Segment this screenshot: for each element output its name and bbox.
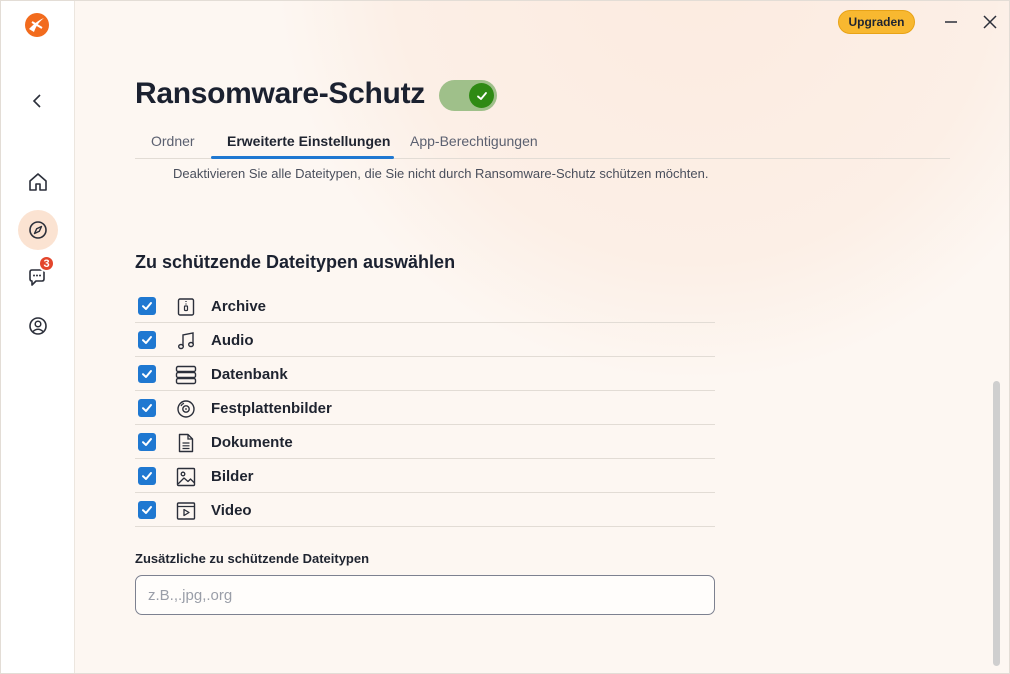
- music-note-icon: [175, 330, 197, 352]
- protection-toggle[interactable]: [439, 80, 497, 111]
- avast-logo-icon: [24, 12, 50, 38]
- checkbox-video[interactable]: [138, 501, 156, 519]
- sidebar-item-home[interactable]: [18, 162, 58, 202]
- sidebar: 3: [1, 1, 75, 673]
- description-text: Deaktivieren Sie alle Dateitypen, die Si…: [173, 166, 709, 181]
- filetype-row-archive: Archive: [135, 289, 715, 323]
- close-button[interactable]: [979, 11, 1001, 33]
- additional-filetypes-input[interactable]: [135, 575, 715, 615]
- filetype-row-datenbank: Datenbank: [135, 357, 715, 391]
- filetype-row-dokumente: Dokumente: [135, 425, 715, 459]
- image-icon: [175, 466, 197, 488]
- filetype-label: Archive: [211, 298, 267, 315]
- page-title: Ransomware-Schutz: [135, 77, 425, 110]
- close-icon: [983, 15, 997, 29]
- main-content: Upgraden Ransomware-Schutz Ordner Erweit…: [75, 1, 1009, 673]
- section-title: Zu schützende Dateitypen auswählen: [135, 252, 456, 272]
- user-circle-icon: [29, 317, 47, 335]
- document-icon: [175, 432, 197, 454]
- database-icon: [175, 364, 197, 386]
- home-icon: [29, 173, 47, 191]
- minimize-button[interactable]: [940, 11, 962, 33]
- compass-icon: [29, 221, 47, 239]
- filetype-label: Dokumente: [211, 434, 293, 451]
- sidebar-item-explore[interactable]: [18, 210, 58, 250]
- checkbox-bilder[interactable]: [138, 467, 156, 485]
- filetype-row-festplattenbilder: Festplattenbilder: [135, 391, 715, 425]
- filetype-label: Festplattenbilder: [211, 400, 332, 417]
- toggle-knob: [469, 83, 494, 108]
- checkmark-icon: [142, 506, 152, 514]
- additional-filetypes-label: Zusätzliche zu schützende Dateitypen: [135, 551, 370, 566]
- filetype-list: Archive Audio Datenbank Festplattenbilde…: [135, 289, 715, 527]
- checkbox-festplattenbilder[interactable]: [138, 399, 156, 417]
- filetype-row-video: Video: [135, 493, 715, 527]
- checkbox-archive[interactable]: [138, 297, 156, 315]
- app-window: 3 Upgraden Ransomware-Schutz Ordner Erwe…: [0, 0, 1010, 674]
- tab-ordner[interactable]: Ordner: [151, 133, 195, 149]
- filetype-label: Video: [211, 502, 252, 519]
- upgrade-button[interactable]: Upgraden: [838, 10, 915, 34]
- sidebar-item-messages[interactable]: 3: [18, 255, 58, 298]
- filetype-row-audio: Audio: [135, 323, 715, 357]
- checkbox-datenbank[interactable]: [138, 365, 156, 383]
- checkbox-dokumente[interactable]: [138, 433, 156, 451]
- filetype-row-bilder: Bilder: [135, 459, 715, 493]
- checkmark-icon: [142, 404, 152, 412]
- checkmark-icon: [142, 336, 152, 344]
- archive-icon: [175, 296, 197, 318]
- chevron-left-icon: [32, 94, 41, 108]
- disc-icon: [175, 398, 197, 420]
- back-button[interactable]: [18, 81, 58, 121]
- checkmark-icon: [142, 370, 152, 378]
- scrollbar-thumb[interactable]: [993, 381, 1000, 666]
- checkbox-audio[interactable]: [138, 331, 156, 349]
- sidebar-item-account[interactable]: [18, 306, 58, 346]
- active-tab-indicator: [211, 156, 394, 159]
- video-icon: [175, 500, 197, 522]
- checkmark-icon: [476, 91, 487, 100]
- checkmark-icon: [142, 472, 152, 480]
- tab-bar: Ordner Erweiterte Einstellungen App-Bere…: [135, 126, 950, 159]
- checkmark-icon: [142, 302, 152, 310]
- checkmark-icon: [142, 438, 152, 446]
- filetype-label: Bilder: [211, 468, 254, 485]
- filetype-label: Audio: [211, 332, 254, 349]
- filetype-label: Datenbank: [211, 366, 288, 383]
- tab-app-berechtigungen[interactable]: App-Berechtigungen: [410, 133, 538, 149]
- tab-erweiterte-einstellungen[interactable]: Erweiterte Einstellungen: [227, 133, 390, 149]
- minimize-icon: [945, 21, 957, 23]
- notification-badge: 3: [38, 255, 55, 272]
